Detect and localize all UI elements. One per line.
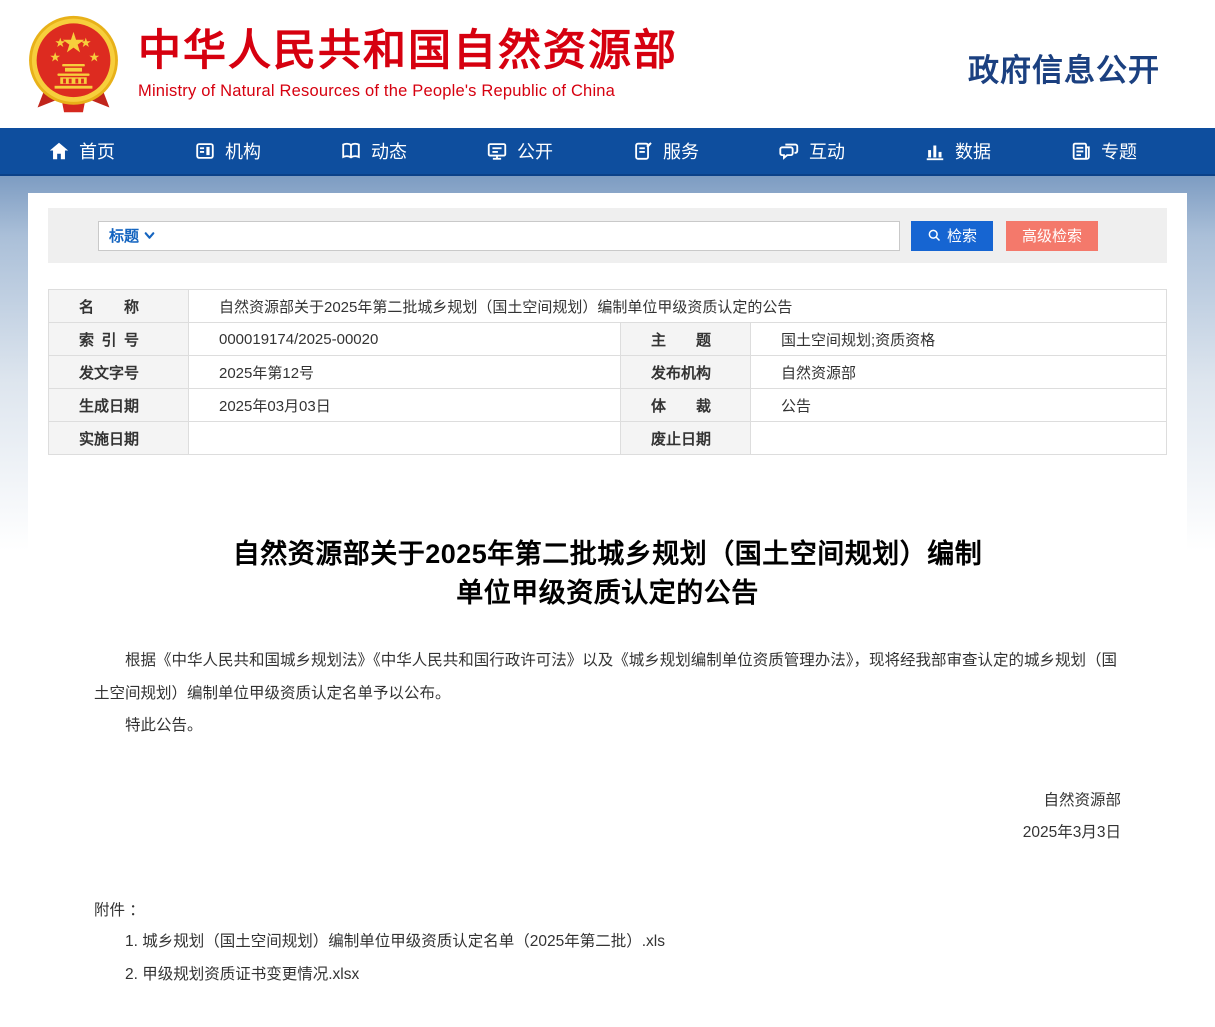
search-button[interactable]: 检索	[911, 221, 993, 251]
attachments-label: 附件 ：	[94, 898, 1121, 920]
meta-value-subject: 国土空间规划;资质资格	[751, 323, 1167, 356]
search-bar: 标题 检索 高级检索	[48, 208, 1167, 263]
home-icon	[48, 140, 70, 162]
search-box: 标题	[98, 221, 900, 251]
main-nav: 首页 机构 动态 公开 服务	[0, 128, 1215, 176]
search-field-label: 标题	[109, 225, 139, 246]
table-row: 名称 自然资源部关于2025年第二批城乡规划（国土空间规划）编制单位甲级资质认定…	[49, 290, 1167, 323]
monitor-icon	[486, 140, 508, 162]
site-header: 中华人民共和国自然资源部 Ministry of Natural Resourc…	[0, 0, 1215, 128]
nav-item-interact[interactable]: 互动	[778, 138, 875, 164]
search-button-label: 检索	[947, 225, 977, 246]
meta-value-name: 自然资源部关于2025年第二批城乡规划（国土空间规划）编制单位甲级资质认定的公告	[189, 290, 1167, 323]
page-background: 标题 检索 高级检索 名称 自然资源部关于2025年	[0, 176, 1215, 1027]
bar-chart-icon	[924, 140, 946, 162]
meta-label-index: 索引号	[79, 329, 139, 350]
meta-label-subject: 主题	[651, 329, 711, 350]
nav-item-service[interactable]: 服务	[632, 138, 729, 164]
attachments: 附件 ： 1. 城乡规划（国土空间规划）编制单位甲级资质认定名单（2025年第二…	[94, 898, 1121, 987]
table-row: 发文字号 2025年第12号 发布机构 自然资源部	[49, 356, 1167, 389]
table-row: 生成日期 2025年03月03日 体裁 公告	[49, 389, 1167, 422]
meta-value-index: 000019174/2025-00020	[189, 323, 621, 356]
chat-bubbles-icon	[778, 140, 800, 162]
site-subtitle: Ministry of Natural Resources of the Peo…	[138, 82, 678, 101]
content-card: 标题 检索 高级检索 名称 自然资源部关于2025年	[28, 193, 1187, 1027]
search-field-selector[interactable]: 标题	[109, 225, 156, 246]
doc-body: 根据《中华人民共和国城乡规划法》《中华人民共和国行政许可法》以及《城乡规划编制单…	[94, 645, 1121, 743]
nav-item-label: 公开	[517, 138, 553, 164]
meta-value-agency: 自然资源部	[751, 356, 1167, 389]
table-row: 实施日期 废止日期	[49, 422, 1167, 455]
meta-value-created: 2025年03月03日	[189, 389, 621, 422]
meta-value-effective	[189, 422, 621, 455]
signature-block: 自然资源部 2025年3月3日	[94, 785, 1121, 850]
doc-paragraph: 特此公告。	[94, 710, 1121, 743]
nav-item-label: 互动	[809, 138, 845, 164]
nav-item-org[interactable]: 机构	[194, 138, 291, 164]
signature-org: 自然资源部	[94, 785, 1121, 818]
meta-value-repeal	[751, 422, 1167, 455]
meta-label-agency: 发布机构	[651, 362, 711, 383]
meta-value-genre: 公告	[751, 389, 1167, 422]
open-book-icon	[340, 140, 362, 162]
doc-title: 自然资源部关于2025年第二批城乡规划（国土空间规划）编制单位甲级资质认定的公告	[233, 535, 983, 613]
nav-item-label: 动态	[371, 138, 407, 164]
organization-icon	[194, 140, 216, 162]
article: 自然资源部关于2025年第二批城乡规划（国土空间规划）编制单位甲级资质认定的公告…	[48, 535, 1167, 987]
nav-item-label: 机构	[225, 138, 261, 164]
site-brand: 中华人民共和国自然资源部 Ministry of Natural Resourc…	[138, 27, 678, 101]
document-pen-icon	[632, 140, 654, 162]
nav-item-label: 服务	[663, 138, 699, 164]
nav-item-disclosure[interactable]: 公开	[486, 138, 583, 164]
doc-meta-table: 名称 自然资源部关于2025年第二批城乡规划（国土空间规划）编制单位甲级资质认定…	[48, 289, 1167, 455]
advanced-search-button[interactable]: 高级检索	[1006, 221, 1098, 251]
site-title: 中华人民共和国自然资源部	[138, 27, 678, 76]
nav-item-news[interactable]: 动态	[340, 138, 437, 164]
doc-paragraph: 根据《中华人民共和国城乡规划法》《中华人民共和国行政许可法》以及《城乡规划编制单…	[94, 645, 1121, 710]
nav-item-special[interactable]: 专题	[1070, 138, 1167, 164]
page-section-title: 政府信息公开	[968, 39, 1160, 90]
attachment-link-2[interactable]: 2. 甲级规划资质证书变更情况.xlsx	[125, 963, 1121, 986]
nav-item-data[interactable]: 数据	[924, 138, 1021, 164]
nav-item-home[interactable]: 首页	[48, 138, 145, 164]
meta-label-repeal: 废止日期	[651, 428, 711, 449]
meta-label-created: 生成日期	[79, 395, 139, 416]
nav-item-label: 专题	[1101, 138, 1137, 164]
nav-item-label: 数据	[955, 138, 991, 164]
chevron-down-icon	[143, 229, 156, 242]
meta-label-docnum: 发文字号	[79, 362, 139, 383]
meta-label-name: 名称	[79, 296, 139, 317]
meta-value-docnum: 2025年第12号	[189, 356, 621, 389]
meta-label-effective: 实施日期	[79, 428, 139, 449]
national-emblem-icon	[25, 13, 122, 117]
meta-label-genre: 体裁	[651, 395, 711, 416]
attachment-link-1[interactable]: 1. 城乡规划（国土空间规划）编制单位甲级资质认定名单（2025年第二批）.xl…	[125, 930, 1121, 953]
search-icon	[927, 228, 942, 243]
nav-item-label: 首页	[79, 138, 115, 164]
search-input[interactable]	[162, 223, 889, 249]
table-row: 索引号 000019174/2025-00020 主题 国土空间规划;资质资格	[49, 323, 1167, 356]
signature-date: 2025年3月3日	[94, 817, 1121, 850]
newspaper-icon	[1070, 140, 1092, 162]
